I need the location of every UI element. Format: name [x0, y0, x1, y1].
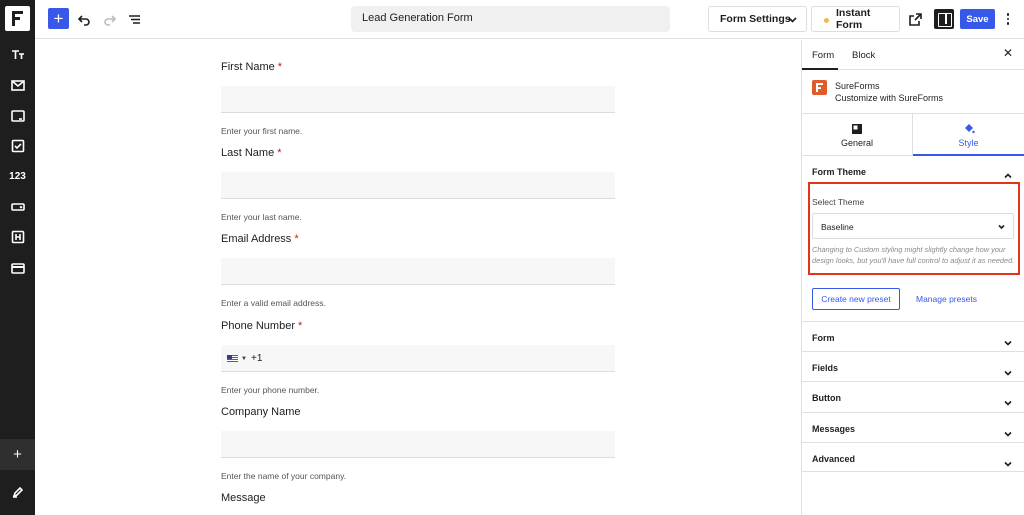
field-label: Message: [221, 492, 266, 504]
sidebar-tabs: Form Block ✕: [802, 40, 1024, 70]
field-label: Phone Number *: [221, 320, 303, 332]
add-block-button[interactable]: +: [48, 8, 69, 29]
logo-icon[interactable]: [5, 6, 30, 31]
required-marker: *: [298, 320, 303, 332]
field-last-name: Last Name * Enter your last name.: [221, 147, 615, 222]
external-link-icon[interactable]: [904, 8, 926, 30]
settings-sidebar: Form Block ✕ SureForms Customize with Su…: [801, 40, 1024, 515]
plus-icon[interactable]: +: [0, 439, 35, 470]
editor-app: 123 + + Lead Generation Form Form Settin…: [0, 0, 1024, 515]
required-marker: *: [277, 61, 283, 73]
section-messages[interactable]: Messages: [802, 412, 1024, 442]
section-title: Form: [812, 333, 835, 343]
manage-presets-link[interactable]: Manage presets: [916, 294, 977, 304]
tab-form[interactable]: Form: [812, 50, 834, 61]
mail-icon[interactable]: [0, 70, 35, 100]
number-icon[interactable]: 123: [0, 161, 35, 191]
phone-input[interactable]: ▼ +1: [221, 345, 615, 372]
last-name-input[interactable]: [221, 172, 615, 199]
active-tab-indicator: [802, 68, 838, 70]
chevron-down-icon: [1004, 455, 1012, 467]
field-first-name: First Name * Enter your first name.: [221, 61, 615, 136]
sureforms-logo-icon: [812, 80, 827, 95]
payment-icon[interactable]: [0, 253, 35, 283]
chevron-down-icon: [1004, 364, 1012, 376]
form-settings-label: Form Settings: [720, 13, 791, 25]
section-form[interactable]: Form: [802, 321, 1024, 351]
section-title: Form Theme: [812, 167, 867, 177]
chevron-down-icon: [1004, 394, 1012, 406]
form-theme-section[interactable]: Form Theme: [802, 157, 1024, 184]
field-label: Company Name: [221, 406, 301, 418]
heading-icon[interactable]: [0, 222, 35, 252]
editor-toolbar: + Lead Generation Form Form Settings Ins…: [35, 0, 1024, 39]
field-email: Email Address * Enter a valid email addre…: [221, 233, 615, 308]
field-help-text: Enter a valid email address.: [221, 298, 326, 308]
section-title: Button: [812, 393, 841, 403]
dropdown-icon[interactable]: [0, 192, 35, 222]
tab-general[interactable]: General: [802, 114, 913, 156]
create-preset-button[interactable]: Create new preset: [812, 288, 900, 310]
undo-icon[interactable]: [73, 8, 95, 30]
field-label: Email Address *: [221, 233, 299, 245]
highlight-box: [808, 182, 1020, 275]
phone-country-code: +1: [251, 353, 263, 364]
tab-block[interactable]: Block: [852, 50, 875, 61]
section-advanced[interactable]: Advanced: [802, 442, 1024, 472]
tab-style[interactable]: Style: [913, 114, 1024, 156]
section-button[interactable]: Button: [802, 381, 1024, 411]
section-fields[interactable]: Fields: [802, 351, 1024, 381]
instant-form-label: Instant Form: [836, 7, 871, 31]
field-label: Last Name *: [221, 147, 282, 159]
first-name-input[interactable]: [221, 86, 615, 113]
section-title: Advanced: [812, 454, 856, 464]
tab-general-label: General: [840, 138, 874, 148]
plugin-name: SureForms: [835, 81, 880, 91]
save-button[interactable]: Save: [960, 9, 995, 29]
close-icon[interactable]: ✕: [1003, 46, 1013, 60]
sidebar-toggle-icon[interactable]: [934, 9, 954, 29]
paint-bucket-icon: [964, 124, 975, 134]
email-input[interactable]: [221, 258, 615, 285]
section-title: Messages: [812, 424, 856, 434]
section-title: Fields: [812, 363, 839, 373]
style-tabs: General Style: [802, 113, 1024, 156]
chevron-down-icon: [1004, 334, 1012, 346]
field-message: Message: [221, 492, 615, 506]
caret-down-icon[interactable]: ▼: [241, 356, 247, 362]
checkbox-icon[interactable]: [0, 131, 35, 161]
redo-icon[interactable]: [98, 8, 120, 30]
field-phone: Phone Number * ▼ +1 Enter your phone numb…: [221, 320, 615, 395]
block-inserter-rail: 123 +: [0, 0, 35, 515]
more-options-icon[interactable]: [1001, 9, 1015, 29]
field-help-text: Enter your phone number.: [221, 385, 320, 395]
chevron-up-icon[interactable]: [1004, 167, 1012, 179]
layout-icon: [852, 124, 862, 134]
text-icon[interactable]: [0, 40, 35, 70]
company-input[interactable]: [221, 431, 615, 458]
required-marker: *: [294, 233, 299, 245]
chevron-down-icon: [1004, 425, 1012, 437]
field-company: Company Name Enter the name of your comp…: [221, 406, 615, 481]
required-marker: *: [277, 147, 282, 159]
field-help-text: Enter your first name.: [221, 126, 303, 136]
field-label: First Name *: [221, 61, 283, 73]
input-icon[interactable]: [0, 101, 35, 131]
instant-form-button[interactable]: Instant Form: [811, 6, 900, 32]
edit-icon[interactable]: [0, 477, 35, 507]
tab-style-label: Style: [958, 138, 979, 148]
form-settings-button[interactable]: Form Settings: [708, 6, 807, 32]
form-canvas: First Name * Enter your first name. Last …: [35, 40, 801, 515]
us-flag-icon[interactable]: [227, 355, 238, 362]
plugin-subtitle: Customize with SureForms: [835, 93, 944, 103]
field-help-text: Enter your last name.: [221, 212, 302, 222]
document-title[interactable]: Lead Generation Form: [351, 6, 670, 32]
list-view-icon[interactable]: [123, 8, 145, 30]
chevron-down-icon: [788, 17, 797, 23]
status-dot-icon: [824, 18, 829, 23]
field-help-text: Enter the name of your company.: [221, 471, 347, 481]
